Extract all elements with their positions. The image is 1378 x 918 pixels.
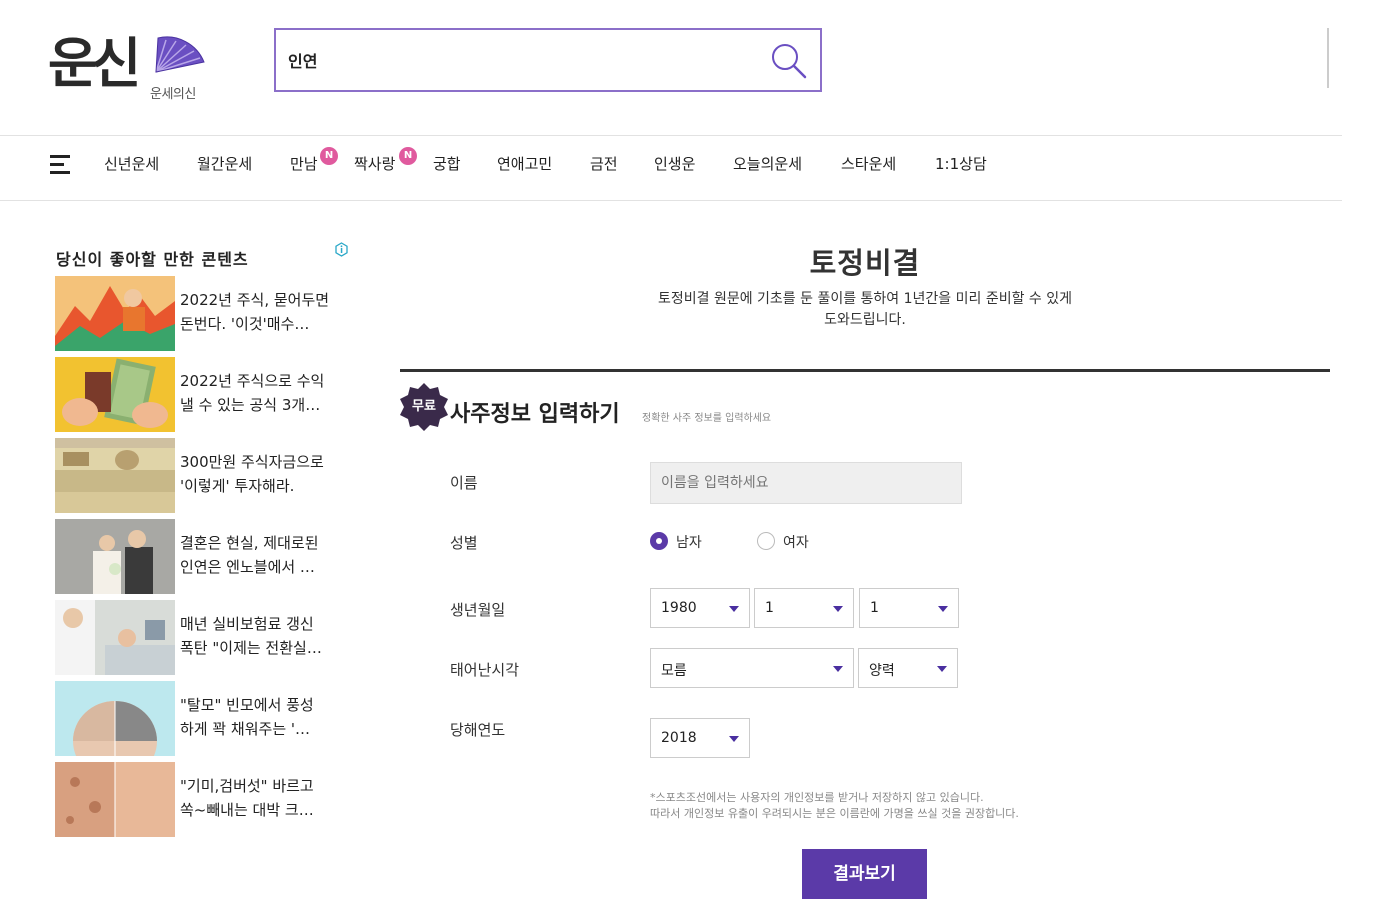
section-subtitle: 정확한 사주 정보를 입력하세요 xyxy=(642,413,772,424)
birth-time-label: 태어난시각 xyxy=(450,661,520,679)
free-badge: 무료 xyxy=(412,399,436,414)
select-value: 모름 xyxy=(661,663,687,679)
gender-male-radio[interactable] xyxy=(650,532,668,550)
calendar-type-select[interactable]: 양력 xyxy=(858,648,958,688)
birth-time-select[interactable]: 모름 xyxy=(650,648,854,688)
sidebar-item[interactable]: 2022년 주식으로 수익 낼 수 있는 공식 3개… xyxy=(55,357,355,432)
sidebar-item-text: "탈모" 빈모에서 풍성 하게 꽉 채워주는 '… xyxy=(180,696,314,738)
site-logo[interactable]: 운신 운세의신 xyxy=(48,28,208,108)
nav-new-badge: N xyxy=(399,147,417,165)
sidebar-title: 당신이 좋아할 만한 콘텐츠 xyxy=(56,250,249,269)
search-box xyxy=(274,28,822,92)
sidebar-item[interactable]: 결혼은 현실, 제대로된 인연은 엔노블에서 … xyxy=(55,519,355,594)
nav-item-monthly[interactable]: 월간운세 xyxy=(197,153,252,174)
nav-item-love-worries[interactable]: 연애고민 xyxy=(497,153,552,174)
money-hands-thumbnail xyxy=(55,357,175,432)
section-divider xyxy=(400,369,1330,372)
name-field[interactable] xyxy=(650,462,962,504)
sidebar-item[interactable]: "탈모" 빈모에서 풍성 하게 꽉 채워주는 '… xyxy=(55,681,355,756)
gender-female-label[interactable]: 여자 xyxy=(783,532,809,552)
birth-day-select[interactable]: 1 xyxy=(859,588,959,628)
sidebar-item-text: 2022년 주식으로 수익 낼 수 있는 공식 3개… xyxy=(180,372,325,414)
chevron-down-icon xyxy=(729,606,739,612)
select-value: 2018 xyxy=(661,730,697,746)
page-title: 토정비결 xyxy=(809,246,921,280)
banknotes-thumbnail xyxy=(55,438,175,513)
stock-illustration-thumbnail xyxy=(55,276,175,351)
nav-item-life[interactable]: 인생운 xyxy=(654,153,695,174)
section-title: 사주정보 입력하기 xyxy=(450,402,620,427)
search-icon[interactable] xyxy=(770,42,808,80)
nav-new-badge: N xyxy=(320,147,338,165)
chevron-down-icon xyxy=(729,736,739,742)
name-label: 이름 xyxy=(450,474,478,492)
sidebar-item[interactable]: 매년 실비보험료 갱신 폭탄 "이제는 전환실… xyxy=(55,600,355,675)
nav-item-money[interactable]: 금전 xyxy=(590,153,618,174)
gender-label: 성별 xyxy=(450,534,478,552)
sidebar-item-text: "기미,검버섯" 바르고 쏙~빼내는 대박 크… xyxy=(180,777,314,819)
chevron-down-icon xyxy=(938,606,948,612)
wedding-couple-thumbnail xyxy=(55,519,175,594)
chevron-down-icon xyxy=(833,666,843,672)
select-value: 1980 xyxy=(661,600,697,616)
main-nav: 신년운세 월간운세 만남 N 짝사랑 N 궁합 연애고민 금전 인생운 오늘의운… xyxy=(0,136,1342,200)
target-year-label: 당해연도 xyxy=(450,721,506,739)
gender-female-radio[interactable] xyxy=(757,532,775,550)
header-divider xyxy=(1327,28,1329,88)
privacy-notice: *스포츠조선에서는 사용자의 개인정보를 받거나 저장하지 않고 있습니다. 따라… xyxy=(650,791,1019,820)
birthdate-label: 생년월일 xyxy=(450,601,506,619)
birth-year-select[interactable]: 1980 xyxy=(650,588,750,628)
hair-loss-thumbnail xyxy=(55,681,175,756)
sidebar-item-text: 300만원 주식자금으로 '이렇게' 투자해라. xyxy=(180,453,324,495)
fan-icon xyxy=(155,36,205,73)
nav-item-today[interactable]: 오늘의운세 xyxy=(733,153,802,174)
sidebar-item[interactable]: 300만원 주식자금으로 '이렇게' 투자해라. xyxy=(55,438,355,513)
sidebar-item-text: 2022년 주식, 묻어두면 돈번다. '이것'매수… xyxy=(180,291,330,333)
nav-item-crush[interactable]: 짝사랑 xyxy=(354,153,395,174)
gender-male-label[interactable]: 남자 xyxy=(676,532,702,552)
ad-info-icon[interactable] xyxy=(334,242,349,257)
chevron-down-icon xyxy=(937,666,947,672)
logo-main-text: 운신 xyxy=(48,31,141,95)
skin-closeup-thumbnail xyxy=(55,762,175,837)
nav-item-consult[interactable]: 1:1상담 xyxy=(935,153,987,174)
sidebar-item-text: 결혼은 현실, 제대로된 인연은 엔노블에서 … xyxy=(180,534,319,576)
sidebar-item[interactable]: 2022년 주식, 묻어두면 돈번다. '이것'매수… xyxy=(55,276,355,351)
chevron-down-icon xyxy=(833,606,843,612)
sidebar-item-text: 매년 실비보험료 갱신 폭탄 "이제는 전환실… xyxy=(180,615,322,657)
hamburger-menu-icon[interactable] xyxy=(50,155,70,174)
nav-bottom-line xyxy=(0,200,1342,201)
page-description: 토정비결 원문에 기초를 둔 풀이를 통하여 1년간을 미리 준비할 수 있게 도… xyxy=(657,291,1073,328)
select-value: 1 xyxy=(765,600,774,616)
nav-item-star[interactable]: 스타운세 xyxy=(841,153,896,174)
search-input[interactable] xyxy=(288,46,748,74)
nav-item-new-year[interactable]: 신년운세 xyxy=(104,153,159,174)
birth-month-select[interactable]: 1 xyxy=(754,588,854,628)
nav-item-compatibility[interactable]: 궁합 xyxy=(433,153,461,174)
logo-sub-text: 운세의신 xyxy=(150,87,196,102)
select-value: 1 xyxy=(870,600,879,616)
nav-item-meeting[interactable]: 만남 xyxy=(290,153,318,174)
select-value: 양력 xyxy=(869,663,895,679)
doctor-patient-thumbnail xyxy=(55,600,175,675)
target-year-select[interactable]: 2018 xyxy=(650,718,750,758)
sidebar-item[interactable]: "기미,검버섯" 바르고 쏙~빼내는 대박 크… xyxy=(55,762,355,837)
view-result-button[interactable]: 결과보기 xyxy=(802,849,927,899)
